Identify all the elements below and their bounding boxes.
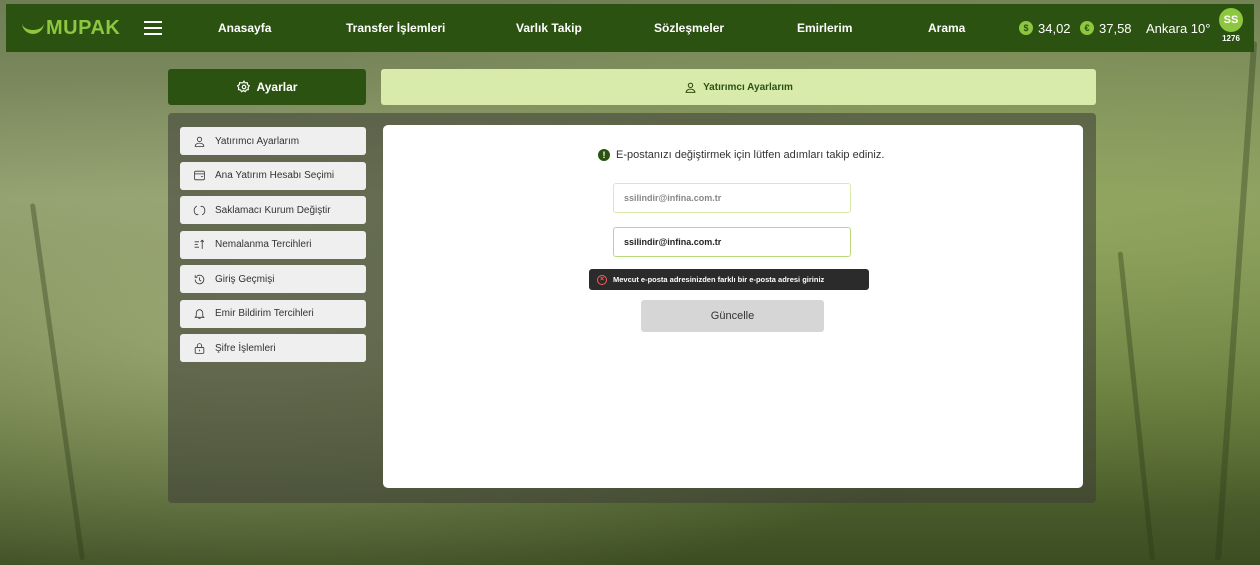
sidebar-item-investor-settings[interactable]: Yatırımcı Ayarlarım bbox=[180, 127, 366, 155]
weather: Ankara 10° bbox=[1146, 4, 1210, 52]
nav-orders[interactable]: Emirlerim bbox=[797, 4, 852, 52]
section-title-text: Yatırımcı Ayarlarım bbox=[703, 81, 793, 93]
sidebar-item-label: Şifre İşlemleri bbox=[215, 342, 276, 354]
sort-icon bbox=[192, 238, 206, 252]
logo-text: MUPAK bbox=[46, 16, 121, 39]
error-text: Mevcut e-posta adresinizden farklı bir e… bbox=[613, 275, 825, 284]
user-icon bbox=[192, 134, 206, 148]
euro-icon: € bbox=[1080, 21, 1094, 35]
refresh-icon bbox=[192, 203, 206, 217]
avatar[interactable]: SS bbox=[1219, 8, 1243, 32]
info-message: ! E-postanızı değiştirmek için lütfen ad… bbox=[598, 149, 884, 161]
top-navigation: MUPAK Anasayfa Transfer İşlemleri Varlık… bbox=[6, 4, 1254, 52]
sidebar-item-order-notifications[interactable]: Emir Bildirim Tercihleri bbox=[180, 299, 366, 328]
hamburger-menu-icon[interactable] bbox=[144, 21, 162, 35]
sidebar-item-main-account[interactable]: Ana Yatırım Hesabı Seçimi bbox=[180, 161, 366, 190]
sidebar-item-label: Giriş Geçmişi bbox=[215, 273, 275, 285]
sidebar-item-yield-preferences[interactable]: Nemalanma Tercihleri bbox=[180, 230, 366, 259]
sidebar-item-label: Yatırımcı Ayarlarım bbox=[215, 135, 300, 147]
nav-transfers[interactable]: Transfer İşlemleri bbox=[346, 4, 445, 52]
error-icon: × bbox=[597, 274, 607, 285]
history-icon bbox=[192, 272, 206, 286]
logo[interactable]: MUPAK bbox=[22, 17, 132, 40]
section-title: Yatırımcı Ayarlarım bbox=[381, 69, 1096, 105]
info-text: E-postanızı değiştirmek için lütfen adım… bbox=[616, 149, 885, 161]
wallet-icon bbox=[192, 169, 206, 183]
bell-icon bbox=[192, 307, 206, 321]
weather-text: Ankara 10° bbox=[1146, 20, 1211, 36]
current-email-field[interactable]: ssilindir@infina.com.tr bbox=[613, 183, 851, 213]
settings-label: Ayarlar bbox=[256, 80, 298, 94]
logo-swoosh-icon bbox=[22, 22, 44, 34]
settings-sidebar: Yatırımcı Ayarlarım Ana Yatırım Hesabı S… bbox=[180, 127, 366, 369]
new-email-field[interactable]: ssilindir@infina.com.tr bbox=[613, 227, 851, 257]
error-tooltip: × Mevcut e-posta adresinizden farklı bir… bbox=[589, 269, 869, 290]
eur-rate: € 37,58 bbox=[1080, 4, 1132, 52]
settings-button[interactable]: Ayarlar bbox=[168, 69, 366, 105]
nav-search[interactable]: Arama bbox=[928, 4, 965, 52]
background-stalk bbox=[29, 203, 85, 561]
eur-value: 37,58 bbox=[1099, 20, 1132, 36]
background-stalk bbox=[1215, 41, 1258, 561]
sidebar-item-custodian[interactable]: Saklamacı Kurum Değiştir bbox=[180, 196, 366, 224]
background-stalk bbox=[1117, 251, 1155, 561]
nav-contracts[interactable]: Sözleşmeler bbox=[654, 4, 724, 52]
update-button[interactable]: Güncelle bbox=[641, 300, 824, 332]
email-change-card: ! E-postanızı değiştirmek için lütfen ad… bbox=[383, 125, 1083, 488]
gear-icon bbox=[236, 80, 250, 93]
lock-icon bbox=[192, 341, 206, 355]
info-icon: ! bbox=[598, 149, 610, 161]
nav-home[interactable]: Anasayfa bbox=[218, 4, 271, 52]
sidebar-item-password[interactable]: Şifre İşlemleri bbox=[180, 334, 366, 362]
customer-number: 1276 bbox=[1222, 34, 1240, 43]
user-icon bbox=[685, 82, 696, 93]
user-menu[interactable]: SS 1276 bbox=[1216, 8, 1246, 43]
usd-value: 34,02 bbox=[1038, 20, 1071, 36]
dollar-icon: $ bbox=[1019, 21, 1033, 35]
sidebar-item-label: Nemalanma Tercihleri bbox=[215, 239, 312, 250]
nav-asset-tracking[interactable]: Varlık Takip bbox=[516, 4, 582, 52]
usd-rate: $ 34,02 bbox=[1019, 4, 1071, 52]
sidebar-item-label: Ana Yatırım Hesabı Seçimi bbox=[215, 170, 335, 181]
sidebar-item-label: Emir Bildirim Tercihleri bbox=[215, 308, 314, 319]
sidebar-item-label: Saklamacı Kurum Değiştir bbox=[215, 204, 331, 216]
sidebar-item-login-history[interactable]: Giriş Geçmişi bbox=[180, 265, 366, 293]
